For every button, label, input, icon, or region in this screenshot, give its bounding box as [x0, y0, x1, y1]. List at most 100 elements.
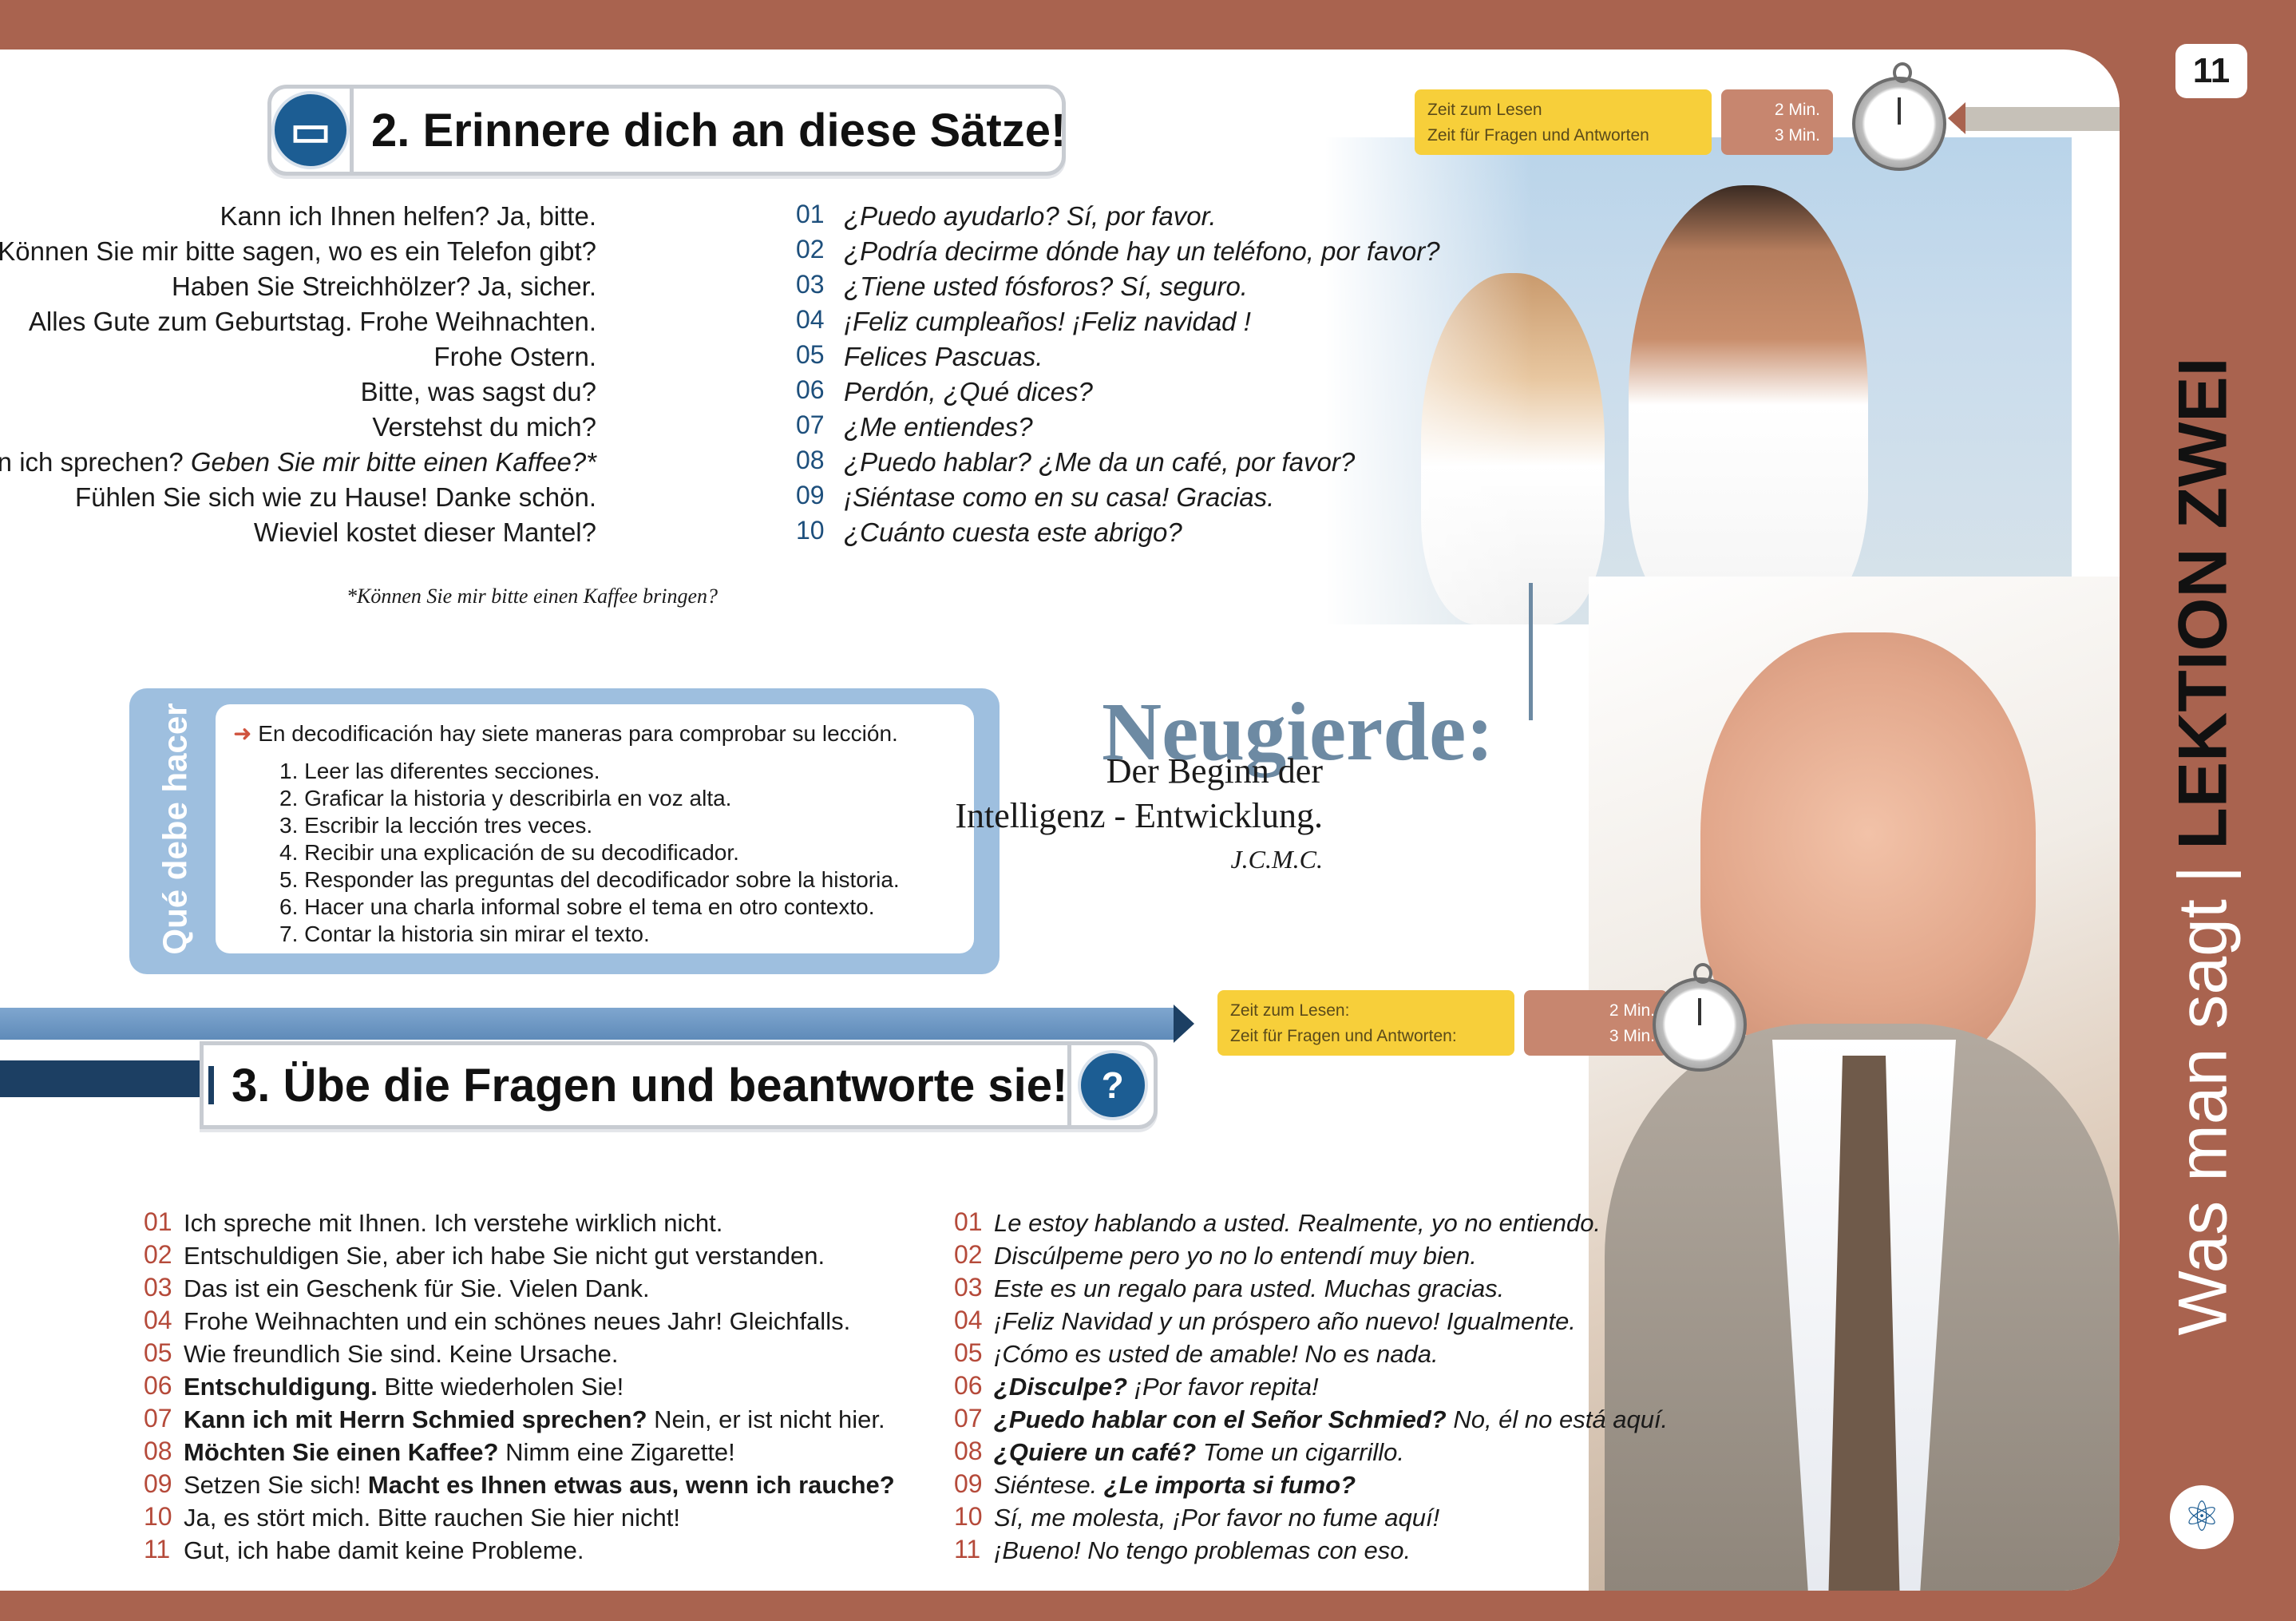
es-sentence-09: ¡Siéntase como en su casa! Gracias. [844, 482, 1275, 512]
es-sentence-text: Este es un regalo para usted. Muchas gra… [994, 1274, 1505, 1302]
es-sentence-text: ¡Feliz Navidad y un próspero año nuevo! … [994, 1307, 1576, 1335]
stopwatch-icon [1852, 62, 1946, 171]
es-sentence: ¡Feliz Navidad y un próspero año nuevo! … [994, 1307, 1576, 1336]
section2-timer-labels: Zeit zum Lesen Zeit für Fragen und Antwo… [1415, 89, 1712, 155]
de-sentence-bold: Macht es Ihnen etwas aus, wenn ich rauch… [367, 1471, 895, 1499]
de-sentence-pre: Setzen Sie sich! [184, 1471, 368, 1499]
es-number: 06 [954, 1371, 983, 1400]
de-sentence: Gut, ich habe damit keine Probleme. [184, 1536, 584, 1565]
de-sentence-bold: Entschuldigung. [184, 1373, 378, 1401]
es-sentence-bold: ¿Puedo hablar con el Señor Schmied? [994, 1405, 1447, 1433]
que-debe-hacer-label-text: Qué debe hacer [156, 703, 194, 955]
list-item-4: 4. Recibir una explicación de su decodif… [279, 840, 739, 865]
es-sentence-bold: ¿Le importa si fumo? [1103, 1471, 1356, 1499]
de-sentence-text: Nein, er ist nicht hier. [647, 1405, 885, 1433]
de-number: 05 [144, 1338, 172, 1367]
de-sentence-text: Wie freundlich Sie sind. Keine Ursache. [184, 1340, 619, 1368]
es-sentence-10: ¿Cuánto cuesta este abrigo? [844, 517, 1182, 547]
de-sentence: Ich spreche mit Ihnen. Ich verstehe wirk… [184, 1209, 722, 1238]
que-debe-hacer-intro: ➜ En decodificación hay siete maneras pa… [233, 720, 898, 747]
de-sentence: Entschuldigung. Bitte wiederholen Sie! [184, 1373, 623, 1401]
es-number: 05 [954, 1338, 983, 1367]
es-number: 10 [954, 1502, 983, 1531]
de-number: 04 [144, 1306, 172, 1334]
de-number: 01 [144, 1207, 172, 1236]
de-sentence-01: Kann ich Ihnen helfen? Ja, bitte. [220, 201, 596, 231]
list-item-3: 3. Escribir la lección tres veces. [279, 813, 593, 838]
de-sentence: Möchten Sie einen Kaffee? Nimm eine Ziga… [184, 1438, 735, 1467]
es-sentence-bold: ¿Disculpe? [994, 1373, 1128, 1401]
de-sentence-09: Fühlen Sie sich wie zu Hause! Danke schö… [74, 482, 596, 512]
page-number: 11 [2175, 44, 2247, 98]
es-sentence-08: ¿Puedo hablar? ¿Me da un café, por favor… [844, 447, 1356, 477]
photo-fade [1325, 137, 1533, 624]
de-number: 02 [144, 1240, 172, 1269]
es-sentence-07: ¿Me entiendes? [844, 412, 1033, 442]
quote-author: J.C.M.C. [1230, 845, 1323, 874]
timer3-read-time: 2 Min. [1609, 1001, 1655, 1020]
side-title-bold: LEKTION ZWEI [2164, 357, 2242, 850]
timer3-qa-time: 3 Min. [1609, 1027, 1655, 1045]
stopwatch-icon [1653, 963, 1747, 1072]
es-sentence-text: ¡Bueno! No tengo problemas con eso. [994, 1536, 1411, 1564]
es-sentence: ¿Quiere un café? Tome un cigarrillo. [994, 1438, 1404, 1467]
row-number-05: 05 [796, 340, 825, 369]
section3-title: 3. Übe die Fragen und beantworte sie! [231, 1059, 1068, 1112]
quote-line-2: Intelligenz - Entwicklung. [955, 796, 1323, 835]
de-sentence-10: Wieviel kostet dieser Mantel? [253, 517, 596, 547]
es-sentence-text: Tome un cigarrillo. [1196, 1438, 1404, 1466]
de-sentence-08: Kann ich sprechen? Geben Sie mir bitte e… [0, 447, 596, 478]
de-sentence-text: Nimm eine Zigarette! [498, 1438, 735, 1466]
row-number-03: 03 [796, 270, 825, 299]
row-number-10: 10 [796, 516, 825, 545]
de-sentence-05: Frohe Ostern. [433, 342, 596, 371]
intro-text: En decodificación hay siete maneras para… [258, 721, 898, 746]
section2-title: 2. Erinnere dich an diese Sätze! [371, 104, 1067, 157]
de-sentence-08-plain: Kann ich sprechen? [0, 447, 184, 477]
es-sentence-pre: Siéntese. [994, 1471, 1104, 1499]
list-item-5: 5. Responder las preguntas del decodific… [279, 867, 900, 892]
arrow-right-icon: ➜ [233, 721, 259, 746]
de-number: 10 [144, 1502, 172, 1531]
es-sentence-06: Perdón, ¿Qué dices? [844, 377, 1093, 406]
row-number-02: 02 [796, 235, 825, 264]
section3-header: 3. Übe die Fragen und beantworte sie! ? [200, 1041, 1158, 1129]
row-number-07: 07 [796, 410, 825, 439]
side-title-light: Was man sagt [2164, 899, 2242, 1336]
de-sentence-04: Alles Gute zum Geburtstag. Frohe Weihnac… [28, 307, 596, 336]
section3-top-bar [0, 1008, 1174, 1040]
list-item-1: 1. Leer las diferentes secciones. [279, 759, 600, 783]
timer3-qa-label: Zeit für Fragen und Antworten: [1230, 1027, 1457, 1045]
de-sentence: Das ist ein Geschenk für Sie. Vielen Dan… [184, 1274, 650, 1303]
es-sentence: ¡Cómo es usted de amable! No es nada. [994, 1340, 1439, 1369]
de-number: 06 [144, 1371, 172, 1400]
es-sentence: Discúlpeme pero yo no lo entendí muy bie… [994, 1242, 1477, 1270]
timer3-read-label: Zeit zum Lesen: [1230, 1001, 1350, 1020]
quote-line-1: Der Beginn der [1106, 751, 1323, 791]
es-sentence-text: Sí, me molesta, ¡Por favor no fume aquí! [994, 1504, 1440, 1532]
es-number: 07 [954, 1404, 983, 1433]
es-sentence-02: ¿Podría decirme dónde hay un teléfono, p… [844, 236, 1440, 266]
de-number: 09 [144, 1469, 172, 1498]
timer-qa-time: 3 Min. [1774, 126, 1820, 145]
de-sentence: Ja, es stört mich. Bitte rauchen Sie hie… [184, 1504, 680, 1532]
atom-head-icon: ⚛ [2170, 1485, 2234, 1549]
reading-icon: ▭ [271, 91, 350, 169]
de-sentence-text: Ich spreche mit Ihnen. Ich verstehe wirk… [184, 1209, 723, 1237]
arrow-marker [1948, 102, 1965, 134]
de-number: 11 [144, 1535, 171, 1564]
de-sentence: Setzen Sie sich! Macht es Ihnen etwas au… [184, 1471, 895, 1500]
photo-man [1589, 577, 2120, 1591]
de-sentence: Wie freundlich Sie sind. Keine Ursache. [184, 1340, 618, 1369]
es-sentence-text: ¡Cómo es usted de amable! No es nada. [994, 1340, 1439, 1368]
section2-header: ▭ 2. Erinnere dich an diese Sätze! [267, 85, 1066, 176]
de-sentence-text: Das ist ein Geschenk für Sie. Vielen Dan… [184, 1274, 650, 1302]
row-number-08: 08 [796, 446, 825, 474]
que-debe-hacer-label: Qué debe hacer [152, 703, 200, 955]
es-sentence: Le estoy hablando a usted. Realmente, yo… [994, 1209, 1601, 1238]
de-number: 08 [144, 1437, 172, 1465]
row-number-06: 06 [796, 375, 825, 404]
row-number-09: 09 [796, 481, 825, 509]
side-title-separator: | [2164, 865, 2242, 884]
de-number: 07 [144, 1404, 172, 1433]
